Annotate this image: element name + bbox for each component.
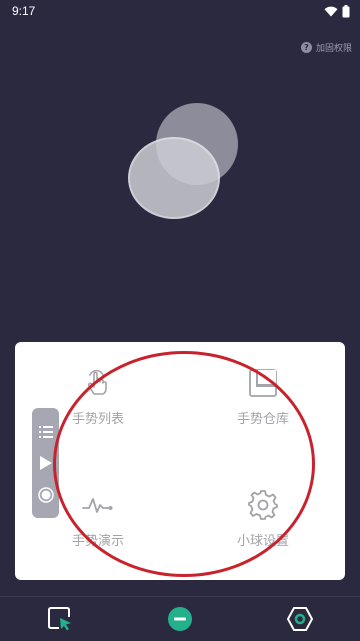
permission-link[interactable]: ? 加固权限 [300,41,352,54]
cursor-select-icon [48,607,71,631]
ball-toggle-icon [168,607,192,631]
gesture-list-label: 手势列表 [71,412,124,427]
side-toolbar [32,408,59,518]
gesture-store-label: 手势仓库 [236,412,289,427]
nav-ball-button[interactable] [160,599,200,639]
status-time: 9:17 [12,4,36,18]
gesture-store-button[interactable]: 手势仓库 [208,366,318,427]
gesture-demo-label: 手势演示 [71,534,124,549]
gear-icon [248,490,278,520]
wifi-icon [324,6,338,16]
list-icon[interactable] [38,424,54,440]
question-icon: ? [300,42,312,53]
gesture-panel: 手势列表 手势仓库 手势演示 小球设置 [15,342,345,580]
status-bar: 9:17 [0,0,360,22]
permission-label: 加固权限 [315,44,352,54]
nav-settings-button[interactable] [280,599,320,639]
gesture-demo-button[interactable]: 手势演示 [43,488,153,549]
play-icon[interactable] [39,455,53,471]
bottom-nav [0,596,360,641]
battery-icon [342,4,350,17]
nav-select-button[interactable] [40,599,80,639]
gesture-list-button[interactable]: 手势列表 [43,366,153,427]
waveform-icon [82,498,113,513]
floating-ball[interactable] [128,137,220,219]
record-icon[interactable] [37,486,54,503]
status-icons [324,4,350,18]
ball-settings-button[interactable]: 小球设置 [208,488,318,549]
hexagon-settings-icon [287,607,313,631]
gesture-store-icon [249,369,277,397]
ball-settings-label: 小球设置 [236,534,289,549]
tap-gesture-icon [87,369,107,395]
